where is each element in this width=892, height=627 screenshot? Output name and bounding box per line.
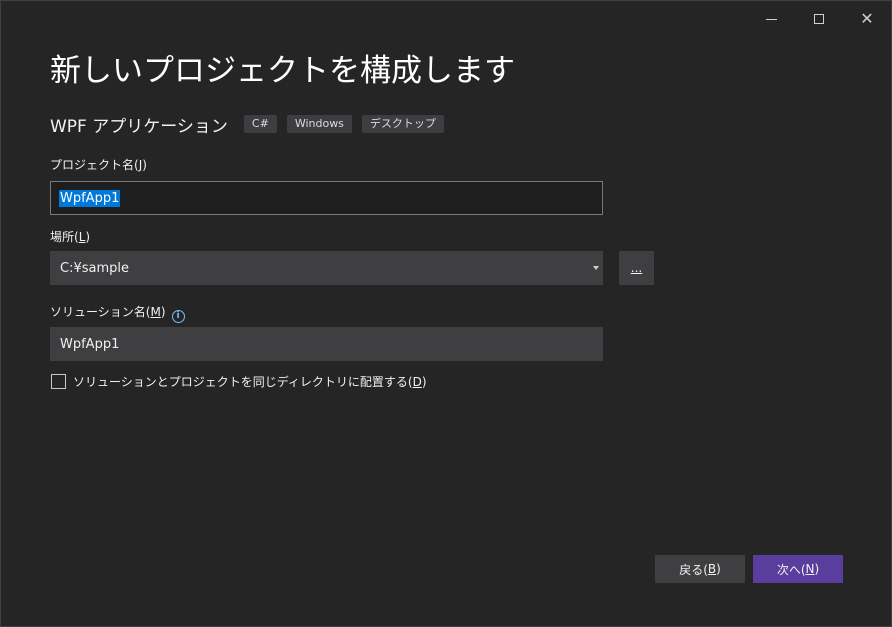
project-name-value: WpfApp1 [59, 189, 121, 207]
solution-name-value: WpfApp1 [60, 336, 120, 352]
minimize-icon [765, 18, 777, 20]
tag-language: C# [243, 115, 277, 133]
same-directory-label: ソリューションとプロジェクトを同じディレクトリに配置する(D) [73, 375, 427, 389]
location-value: C:¥sample [60, 260, 129, 276]
project-name-label: プロジェクト名(J) [50, 158, 147, 172]
solution-name-input[interactable]: WpfApp1 [50, 327, 603, 361]
close-button[interactable]: ✕ [847, 5, 887, 33]
browse-button[interactable]: ... [619, 251, 654, 285]
info-icon[interactable]: i [171, 310, 185, 323]
template-info: WPF アプリケーション C# Windows デスクトップ [50, 113, 454, 137]
solution-name-label: ソリューション名(M) i [50, 303, 185, 323]
close-icon: ✕ [860, 9, 874, 28]
template-name: WPF アプリケーション [50, 116, 228, 137]
browse-label: ... [630, 261, 643, 275]
maximize-icon [814, 14, 824, 24]
location-combobox[interactable]: C:¥sample [50, 251, 603, 285]
same-directory-checkbox[interactable] [51, 374, 66, 389]
page-title: 新しいプロジェクトを構成します [50, 53, 515, 89]
next-button[interactable]: 次へ(N) [753, 555, 843, 583]
location-label: 場所(L) [50, 230, 91, 244]
same-directory-option[interactable]: ソリューションとプロジェクトを同じディレクトリに配置する(D) [51, 373, 427, 390]
maximize-button[interactable] [799, 5, 839, 33]
tag-platform: Windows [286, 115, 352, 133]
chevron-down-icon[interactable] [593, 266, 599, 270]
project-name-input[interactable]: WpfApp1 [50, 181, 603, 215]
back-button[interactable]: 戻る(B) [655, 555, 745, 583]
minimize-button[interactable] [751, 5, 791, 33]
configure-project-dialog: ✕ 新しいプロジェクトを構成します WPF アプリケーション C# Window… [0, 0, 892, 627]
tag-project-type: デスクトップ [361, 115, 444, 133]
